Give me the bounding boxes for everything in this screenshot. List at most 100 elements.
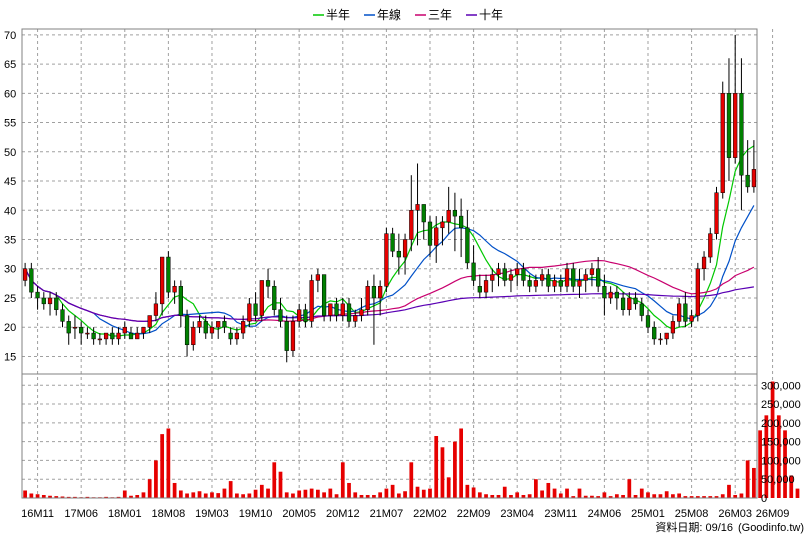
volume-bar [515, 492, 520, 498]
candle-body [334, 303, 339, 316]
moving-average-lines [24, 145, 755, 337]
candle-body [652, 326, 657, 340]
volume-bar [602, 492, 607, 498]
volume-bars [23, 381, 800, 498]
time-tick-label: 26M09 [756, 508, 790, 520]
candle-body [496, 268, 501, 275]
source-label: (Goodinfo.tw) [738, 522, 804, 534]
volume-bar [664, 491, 669, 498]
candle-body [645, 315, 651, 328]
time-tick-label: 16M11 [21, 508, 54, 520]
candle-body [259, 280, 264, 316]
volume-bar [614, 494, 619, 498]
volume-bar [627, 479, 632, 498]
time-tick-label: 18M01 [108, 508, 142, 520]
volume-bar [378, 492, 383, 498]
candle-body [701, 256, 707, 269]
price-tick-label: 20 [4, 322, 16, 334]
candle-body [508, 274, 514, 281]
volume-bar [396, 493, 401, 498]
volume-bar [577, 488, 582, 498]
time-tick-label: 20M12 [326, 508, 360, 520]
candle-body [633, 297, 638, 305]
candle-body [103, 332, 109, 340]
candle-body [527, 280, 532, 287]
volume-tick-label: 200,000 [761, 418, 801, 430]
candle-body [521, 268, 526, 281]
volume-bar [639, 488, 644, 498]
candle-body [97, 338, 102, 341]
candle-body [589, 268, 595, 275]
volume-bar [440, 447, 445, 498]
legend-label: 年線 [377, 7, 401, 22]
candle-body [695, 268, 700, 316]
candle-body [315, 274, 320, 281]
candle-body [378, 286, 383, 299]
candle-body [321, 274, 327, 316]
volume-bar [565, 488, 569, 498]
volume-bar [316, 489, 320, 498]
candle-body [751, 169, 757, 188]
candle-body [670, 321, 676, 334]
volume-bar [477, 492, 482, 498]
candle-body [571, 268, 576, 287]
candle-body [91, 332, 96, 340]
candle-body [477, 286, 482, 293]
candle-body [47, 297, 53, 305]
candle-body [596, 268, 601, 287]
time-tick-label: 24M06 [588, 508, 622, 520]
time-tick-label: 20M05 [282, 508, 316, 520]
volume-bar [185, 493, 189, 498]
volume-bar [23, 490, 27, 498]
candle-body [147, 315, 152, 328]
candle-body [371, 286, 377, 299]
volume-bar [278, 471, 283, 498]
volume-bar [291, 493, 295, 498]
candle-body [253, 303, 258, 316]
volume-bar [434, 436, 439, 498]
candle-body [297, 309, 302, 322]
candle-body [434, 227, 439, 246]
candle-body [166, 256, 171, 293]
candle-body [340, 303, 345, 316]
candle-body [490, 274, 495, 281]
candle-body [552, 280, 557, 287]
candle-body [365, 286, 370, 310]
volume-bar [178, 490, 183, 498]
candle-body [309, 280, 314, 322]
candle-body [452, 210, 458, 217]
volume-bar [384, 488, 389, 498]
chart-root: 15 20 25 30 35 40 45 50 55 60 65 70 0 50,000 100,000 15… [0, 0, 808, 540]
candle-body [85, 332, 90, 335]
ma-line-2 [24, 205, 755, 335]
candle-body [471, 262, 476, 281]
volume-bar [720, 494, 725, 498]
candle-body [664, 332, 669, 340]
volume-tick-label: 0 [761, 493, 767, 505]
candle-body [172, 286, 177, 293]
candle-body [278, 309, 283, 322]
candle-body [533, 280, 538, 287]
volume-bar [403, 491, 407, 498]
time-tick-label: 19M03 [195, 508, 229, 520]
candle-body [539, 274, 545, 281]
volume-bar [216, 493, 221, 498]
volume-bar [465, 484, 470, 498]
price-tick-label: 30 [4, 264, 16, 276]
candle-body [745, 174, 750, 188]
candle-body [22, 268, 28, 281]
price-tick-label: 45 [4, 176, 16, 188]
candle-body [116, 332, 121, 340]
volume-bar [409, 462, 414, 498]
volume-bar [122, 490, 127, 498]
candle-body [29, 268, 34, 293]
candle-body [66, 321, 71, 334]
volume-bar [259, 484, 264, 498]
candle-body [241, 321, 246, 334]
time-tick-label: 23M11 [544, 508, 577, 520]
candle-body [440, 221, 445, 229]
candle-body [708, 233, 713, 258]
time-tick-label: 18M08 [152, 508, 186, 520]
candle-body [160, 256, 165, 305]
candle-body [153, 303, 159, 316]
